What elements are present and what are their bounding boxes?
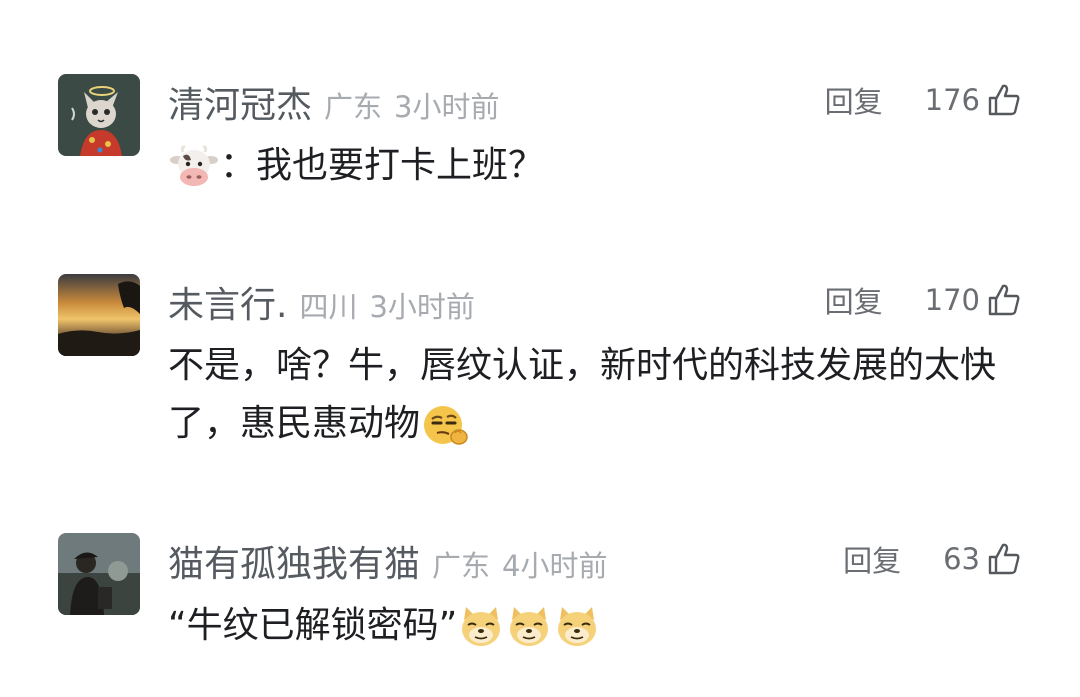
avatar[interactable] (58, 533, 140, 615)
username[interactable]: 猫有孤独我有猫 (168, 535, 420, 587)
comment-actions: 回复 176 (825, 76, 1022, 124)
avatar[interactable] (58, 74, 140, 156)
comment-meta: 未言行. 四川 3小时前 (168, 276, 475, 326)
comment-actions: 回复 170 (825, 276, 1022, 324)
location: 四川 (299, 290, 358, 324)
comment-meta: 清河冠杰 广东 3小时前 (168, 76, 500, 126)
like-count: 170 (924, 283, 980, 317)
doge-face-icon (510, 607, 549, 646)
timestamp: 3小时前 (369, 290, 475, 324)
reply-button[interactable]: 回复 (843, 538, 901, 580)
doge-face-icon (462, 607, 501, 646)
avatar[interactable] (58, 274, 140, 356)
comment-text: “牛纹已解锁密码” (168, 597, 1020, 655)
like-count: 63 (943, 542, 980, 576)
username[interactable]: 未言行. (168, 276, 287, 328)
comment-actions: 回复 63 (843, 535, 1022, 583)
username[interactable]: 清河冠杰 (168, 76, 312, 128)
cow-face-icon (170, 145, 218, 186)
comment-meta: 猫有孤独我有猫 广东 4小时前 (168, 535, 608, 585)
thumbs-up-icon[interactable] (986, 282, 1022, 318)
location: 广东 (432, 549, 491, 583)
thumbs-up-icon[interactable] (986, 82, 1022, 118)
comment-text-body: “牛纹已解锁密码” (168, 605, 458, 646)
thumbs-up-icon[interactable] (986, 541, 1022, 577)
reply-button[interactable]: 回复 (825, 279, 883, 321)
doge-face-icon (558, 607, 597, 646)
like-count: 176 (924, 83, 980, 117)
reply-button[interactable]: 回复 (825, 79, 883, 121)
location: 广东 (324, 90, 383, 124)
comment-text: 不是，啥？牛，唇纹认证，新时代的科技发展的太快了，惠民惠动物 (168, 337, 1020, 453)
timestamp: 3小时前 (394, 90, 500, 124)
smug-face-icon (424, 406, 468, 445)
timestamp: 4小时前 (502, 549, 608, 583)
comment-text: ：我也要打卡上班？ (168, 137, 1020, 195)
comment-text-body: ：我也要打卡上班？ (220, 145, 545, 186)
comment-text-body: 不是，啥？牛，唇纹认证，新时代的科技发展的太快了，惠民惠动物 (168, 345, 997, 444)
